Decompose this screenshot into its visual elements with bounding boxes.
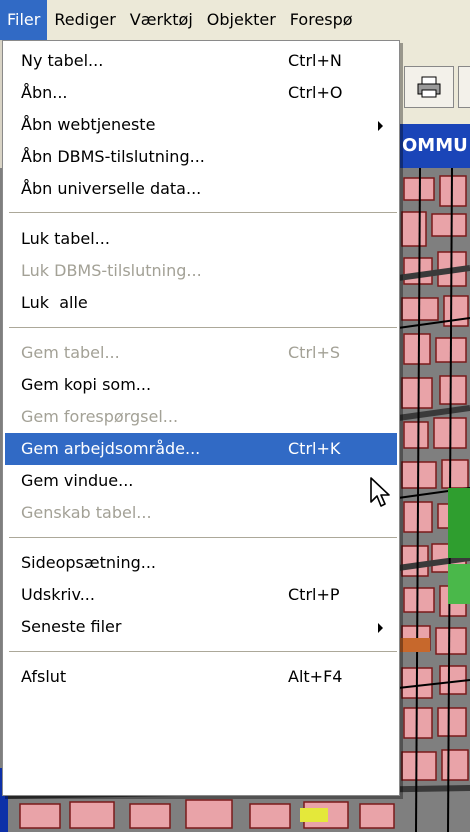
menu-item-gem-forespoergsel[interactable]: Gem forespørgsel... (5, 401, 397, 433)
submenu-arrow-icon (378, 623, 383, 633)
menu-item-label: Åbn webtjeneste (21, 115, 156, 134)
menu-item-label: Ny tabel... (21, 51, 104, 70)
menu-separator (9, 327, 397, 329)
menu-item-label: Luk alle (21, 293, 88, 312)
menu-objekter[interactable]: Objekter (200, 0, 283, 40)
menu-vaerktoej[interactable]: Værktøj (123, 0, 200, 40)
menu-item-luk-tabel[interactable]: Luk tabel... (5, 223, 397, 255)
menu-item-label: Åbn... (21, 83, 68, 102)
menu-item-gem-arbejdsomraade[interactable]: Gem arbejdsområde... Ctrl+K (5, 433, 397, 465)
menu-item-label: Genskab tabel... (21, 503, 152, 522)
menu-item-shortcut: Ctrl+K (288, 439, 341, 458)
menu-item-seneste-filer[interactable]: Seneste filer (5, 611, 397, 643)
menu-item-label: Gem tabel... (21, 343, 120, 362)
menu-item-gem-tabel[interactable]: Gem tabel... Ctrl+S (5, 337, 397, 369)
arrow-cursor-icon (370, 477, 390, 507)
menu-item-label: Gem forespørgsel... (21, 407, 179, 426)
menu-item-shortcut: Ctrl+P (288, 585, 340, 604)
menu-item-label: Luk DBMS-tilslutning... (21, 261, 202, 280)
menu-item-aabn-universelle-data[interactable]: Åbn universelle data... (5, 173, 397, 205)
menu-item-luk-dbms[interactable]: Luk DBMS-tilslutning... (5, 255, 397, 287)
menu-separator (9, 537, 397, 539)
menu-item-label: Åbn DBMS-tilslutning... (21, 147, 205, 166)
menu-item-label: Åbn universelle data... (21, 179, 202, 198)
print-button[interactable] (404, 66, 454, 108)
menu-item-luk-alle[interactable]: Luk alle (5, 287, 397, 319)
menu-filer[interactable]: Filer (0, 0, 48, 40)
menu-item-shortcut: Ctrl+N (288, 51, 342, 70)
toolbar-button-partial[interactable] (458, 66, 470, 108)
menu-item-aabn-dbms[interactable]: Åbn DBMS-tilslutning... (5, 141, 397, 173)
submenu-arrow-icon (378, 121, 383, 131)
menu-item-label: Gem vindue... (21, 471, 134, 490)
menu-item-aabn[interactable]: Åbn... Ctrl+O (5, 77, 397, 109)
menu-item-label: Afslut (21, 667, 67, 686)
menu-item-afslut[interactable]: Afslut Alt+F4 (5, 661, 397, 693)
print-icon (417, 76, 441, 98)
menu-rediger[interactable]: Rediger (47, 0, 122, 40)
menu-item-label: Sideopsætning... (21, 553, 157, 572)
menu-item-udskriv[interactable]: Udskriv... Ctrl+P (5, 579, 397, 611)
menu-item-gem-vindue[interactable]: Gem vindue... (5, 465, 397, 497)
menu-forespoergsel[interactable]: Forespø (283, 0, 360, 40)
menu-item-genskab-tabel[interactable]: Genskab tabel... (5, 497, 397, 529)
menu-bar: Filer Rediger Værktøj Objekter Forespø (0, 0, 470, 41)
menu-item-shortcut: Ctrl+O (288, 83, 343, 102)
menu-item-label: Gem kopi som... (21, 375, 152, 394)
menu-separator (9, 212, 397, 214)
file-menu-dropdown: Ny tabel... Ctrl+N Åbn... Ctrl+O Åbn web… (2, 40, 400, 796)
menu-item-ny-tabel[interactable]: Ny tabel... Ctrl+N (5, 45, 397, 77)
menu-item-sideopsaetning[interactable]: Sideopsætning... (5, 547, 397, 579)
menu-item-aabn-webtjeneste[interactable]: Åbn webtjeneste (5, 109, 397, 141)
menu-item-label: Gem arbejdsområde... (21, 439, 201, 458)
menu-item-gem-kopi-som[interactable]: Gem kopi som... (5, 369, 397, 401)
menu-item-label: Luk tabel... (21, 229, 110, 248)
menu-item-shortcut: Ctrl+S (288, 343, 341, 362)
toolbar (398, 40, 470, 124)
menu-separator (9, 651, 397, 653)
map-window-title: OMMU (398, 124, 470, 168)
menu-item-shortcut: Alt+F4 (288, 667, 343, 686)
menu-item-label: Seneste filer (21, 617, 122, 636)
menu-item-label: Udskriv... (21, 585, 95, 604)
